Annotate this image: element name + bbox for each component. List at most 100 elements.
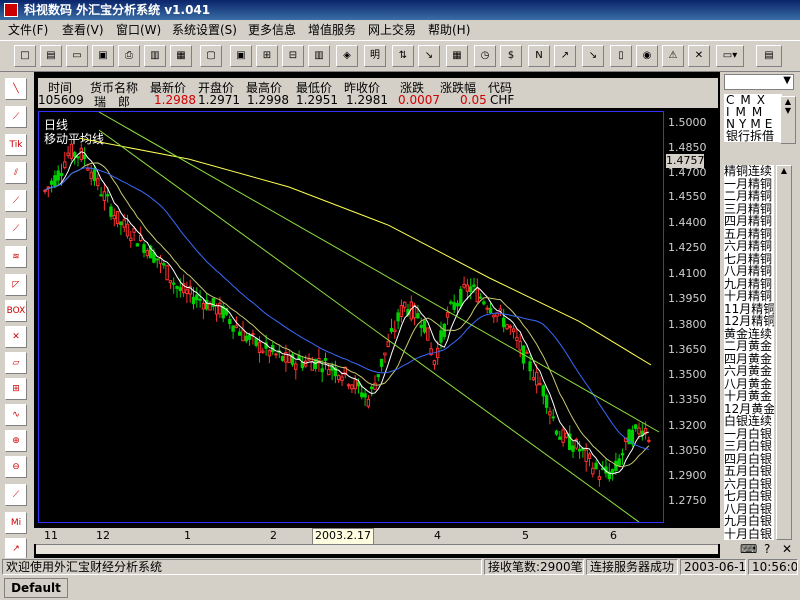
arrow-tool-icon[interactable]: ↗ bbox=[5, 538, 27, 560]
grid-tool-icon[interactable]: ⊞ bbox=[5, 378, 27, 400]
trendline-lower[interactable] bbox=[98, 129, 640, 522]
candle-body bbox=[389, 327, 394, 332]
chart-icon[interactable]: ◈ bbox=[336, 45, 358, 67]
chart-plot-area[interactable]: 日线 移动平均线 bbox=[38, 111, 664, 523]
instrument-list-scrollbar[interactable]: ▲ bbox=[776, 165, 792, 540]
menu-settings[interactable]: 系统设置(S) bbox=[172, 22, 237, 38]
menu-help[interactable]: 帮助(H) bbox=[428, 22, 470, 38]
instrument-item[interactable]: 精铜连续 bbox=[724, 165, 774, 178]
category-label[interactable]: 银行拆借 bbox=[724, 130, 782, 142]
menu-window[interactable]: 窗口(W) bbox=[116, 22, 161, 38]
new-badge-icon[interactable]: N bbox=[528, 45, 550, 67]
candle-body bbox=[416, 313, 420, 319]
trend-tool-icon[interactable]: ⟋ bbox=[5, 218, 27, 240]
arrow-icon[interactable]: ↘ bbox=[418, 45, 440, 67]
menu-more-info[interactable]: 更多信息 bbox=[248, 22, 296, 38]
wave-tool-icon[interactable]: ∿ bbox=[5, 404, 27, 426]
menu-online-trade[interactable]: 网上交易 bbox=[368, 22, 416, 38]
save-icon[interactable]: ▣ bbox=[92, 45, 114, 67]
candle-tool-icon[interactable]: Mi bbox=[5, 512, 27, 534]
clock-icon[interactable]: ◷ bbox=[474, 45, 496, 67]
candle-body bbox=[528, 361, 532, 372]
candlestick-chart bbox=[43, 112, 660, 522]
line-tool-icon[interactable]: ╲ bbox=[5, 78, 27, 100]
folder-icon[interactable]: ▭ bbox=[66, 45, 88, 67]
instrument-item[interactable]: 六月黄金 bbox=[724, 365, 774, 378]
bar-icon[interactable]: 明 bbox=[364, 45, 386, 67]
arrow-down-icon[interactable]: ↘ bbox=[582, 45, 604, 67]
instrument-item[interactable]: 八月精铜 bbox=[724, 265, 774, 278]
candle-body bbox=[191, 296, 196, 305]
price-tick: 1.4400 bbox=[668, 216, 707, 229]
warning-icon[interactable]: ⚠ bbox=[662, 45, 684, 67]
delete-tool-icon[interactable]: ✕ bbox=[5, 326, 27, 348]
instrument-item[interactable]: 四月精铜 bbox=[724, 215, 774, 228]
candle-body bbox=[525, 351, 529, 354]
menu-view[interactable]: 查看(V) bbox=[62, 22, 104, 38]
zoom-in-tool-icon[interactable]: ⊕ bbox=[5, 430, 27, 452]
print-icon[interactable]: ⎙ bbox=[118, 45, 140, 67]
money-icon[interactable]: $ bbox=[500, 45, 522, 67]
trendline-upper[interactable] bbox=[98, 112, 660, 433]
instrument-item[interactable]: 十月黄金 bbox=[724, 390, 774, 403]
menu-value-added[interactable]: 增值服务 bbox=[308, 22, 356, 38]
new-icon[interactable]: □ bbox=[14, 45, 36, 67]
bell-icon[interactable]: ◉ bbox=[636, 45, 658, 67]
instrument-item[interactable]: 十月白银 bbox=[724, 527, 774, 541]
list-icon[interactable]: ▤ bbox=[756, 45, 782, 67]
close-icon[interactable]: ✕ bbox=[688, 45, 710, 67]
window2-icon[interactable]: ▣ bbox=[230, 45, 252, 67]
table-icon[interactable]: ⇅ bbox=[392, 45, 414, 67]
fan-tool-icon[interactable]: ⟋ bbox=[5, 106, 27, 128]
instrument-item[interactable]: 二月黄金 bbox=[724, 340, 774, 353]
instrument-select[interactable]: ▼ bbox=[724, 74, 794, 90]
instrument-item[interactable]: 七月白银 bbox=[724, 490, 774, 503]
candle-body bbox=[165, 265, 169, 281]
grid-icon[interactable]: ⊞ bbox=[256, 45, 278, 67]
instrument-item[interactable]: 白银连续 bbox=[724, 415, 774, 428]
parallel-tool-icon[interactable]: ⟋ bbox=[5, 190, 27, 212]
instrument-item[interactable]: 三月白银 bbox=[724, 440, 774, 453]
status-connection: 连接服务器成功 bbox=[586, 559, 678, 575]
candle-body bbox=[294, 363, 298, 370]
instrument-item[interactable]: 二月精铜 bbox=[724, 190, 774, 203]
calc-icon[interactable]: ▦ bbox=[446, 45, 468, 67]
help-icon[interactable]: ? bbox=[764, 542, 770, 556]
tick-tool-icon[interactable]: Tik bbox=[5, 134, 27, 156]
open-icon[interactable]: ▤ bbox=[40, 45, 62, 67]
letters-scrollbar[interactable]: ▲ ▼ bbox=[780, 96, 796, 144]
app-icon[interactable] bbox=[4, 3, 18, 17]
keyboard-icon[interactable]: ⌨ bbox=[740, 542, 757, 556]
tab-default[interactable]: Default bbox=[4, 578, 68, 598]
zoom-out-tool-icon[interactable]: ⊖ bbox=[5, 456, 27, 478]
instrument-item[interactable]: 九月白银 bbox=[724, 515, 774, 528]
indicator-tool-icon[interactable]: ⟋ bbox=[5, 484, 27, 506]
dropdown-icon[interactable]: ▭▾ bbox=[716, 45, 744, 67]
network-icon[interactable]: ⊟ bbox=[282, 45, 304, 67]
horizontal-scrollbar[interactable] bbox=[36, 544, 718, 554]
close-panel-icon[interactable]: ✕ bbox=[782, 542, 792, 556]
instrument-item[interactable]: 五月白银 bbox=[724, 465, 774, 478]
candle-body bbox=[617, 458, 621, 466]
arrow-up-icon[interactable]: ↗ bbox=[554, 45, 576, 67]
box-tool-icon[interactable]: BOX bbox=[5, 300, 27, 322]
candle-body bbox=[63, 161, 67, 169]
candle-body bbox=[234, 325, 239, 328]
menu-file[interactable]: 文件(F) bbox=[8, 22, 48, 38]
layout2-icon[interactable]: ▦ bbox=[170, 45, 192, 67]
box-icon[interactable]: ▯ bbox=[610, 45, 632, 67]
eraser-tool-icon[interactable]: ▱ bbox=[5, 352, 27, 374]
candle-body bbox=[353, 379, 357, 390]
instrument-item[interactable]: 六月精铜 bbox=[724, 240, 774, 253]
book-icon[interactable]: ▥ bbox=[308, 45, 330, 67]
instrument-item[interactable]: 12月精铜 bbox=[724, 315, 774, 328]
candle-body bbox=[92, 169, 97, 182]
fib-tool-icon[interactable]: ≋ bbox=[5, 246, 27, 268]
candle-body bbox=[218, 302, 222, 315]
window-icon[interactable]: ▢ bbox=[200, 45, 222, 67]
layout-icon[interactable]: ▥ bbox=[144, 45, 166, 67]
candle-body bbox=[436, 347, 440, 359]
instrument-item[interactable]: 十月精铜 bbox=[724, 290, 774, 303]
channel-tool-icon[interactable]: ⫽ bbox=[5, 162, 27, 184]
cycle-tool-icon[interactable]: ◸ bbox=[5, 274, 27, 296]
